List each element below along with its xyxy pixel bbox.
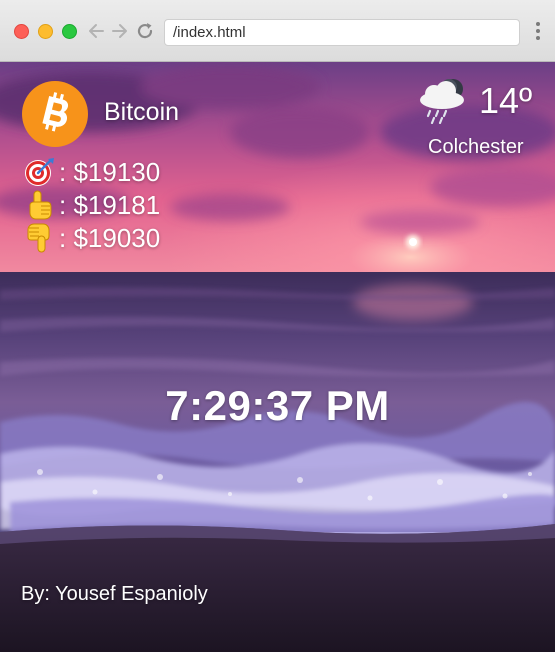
clock-time: 7:29:37 PM — [165, 382, 390, 429]
back-arrow-icon[interactable] — [86, 19, 106, 43]
maximize-window-button[interactable] — [62, 24, 77, 39]
target-icon — [25, 158, 54, 186]
pointing-up-icon — [29, 190, 52, 220]
temperature: 14º — [479, 80, 533, 121]
current-price: : $19130 — [59, 156, 161, 187]
low-price-row: : $19030 — [23, 222, 160, 254]
author-credit: By: Yousef Espanioly — [21, 583, 208, 605]
pointing-down-icon — [27, 223, 50, 253]
browser-menu-icon[interactable] — [533, 20, 543, 42]
reload-icon[interactable] — [135, 19, 155, 43]
coin-name: Bitcoin — [104, 98, 180, 126]
address-bar[interactable]: /index.html — [164, 19, 520, 46]
page-viewport: Bitcoin : $19130 : $19181: $19030 14º C… — [0, 62, 555, 652]
bitcoin-logo-icon — [22, 81, 88, 147]
forward-arrow-icon[interactable] — [110, 19, 130, 43]
close-window-button[interactable] — [14, 24, 29, 39]
minimize-window-button[interactable] — [38, 24, 53, 39]
high-price: : $19181 — [59, 189, 161, 220]
browser-toolbar: /index.html — [0, 0, 555, 62]
city-name: Colchester — [428, 136, 524, 158]
browser-window: /index.html Bitcoin: $19130: $19181: … — [0, 0, 555, 652]
rain-cloud-night-icon — [420, 79, 464, 124]
current-price-row: : $19130 — [23, 156, 160, 188]
high-price-row: : $19181 — [23, 189, 160, 221]
low-price: : $19030 — [59, 222, 161, 253]
